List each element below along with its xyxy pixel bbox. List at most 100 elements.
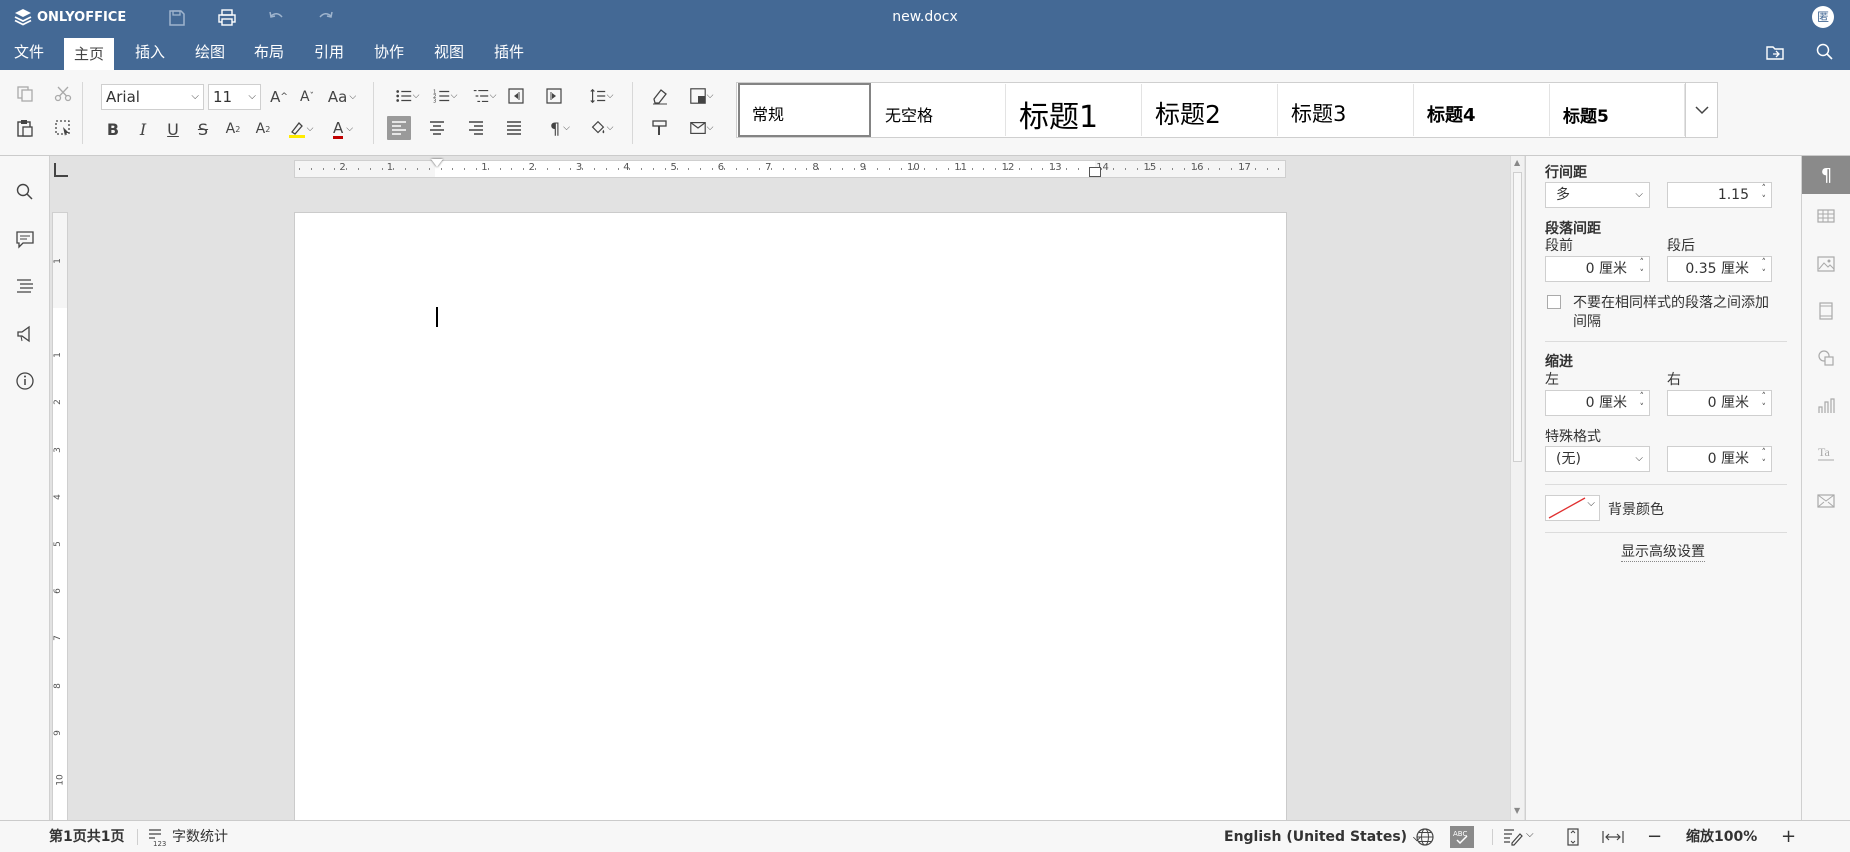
horizontal-ruler[interactable]: 211234567891011121314151617 xyxy=(294,159,1286,178)
scroll-down-icon[interactable]: ▼ xyxy=(1514,806,1520,815)
line-spacing-value-input[interactable]: 1.15 ˄ ˅ xyxy=(1667,182,1772,208)
spacing-before-input[interactable]: 0 厘米 ˄ ˅ xyxy=(1545,256,1650,282)
select-all-icon[interactable] xyxy=(51,116,75,140)
zoom-level[interactable]: 缩放100% xyxy=(1686,821,1757,852)
spin-arrows-icon[interactable]: ˄ ˅ xyxy=(1640,258,1645,280)
tab-home[interactable]: 主页 xyxy=(64,38,115,70)
numbering-icon[interactable]: 1 2 3 ⌵ xyxy=(428,84,462,108)
background-color-picker[interactable]: ⌵ xyxy=(1545,495,1600,521)
spin-arrows-icon[interactable]: ˄ ˅ xyxy=(1640,392,1645,414)
scroll-thumb[interactable] xyxy=(1513,172,1522,462)
paragraph-settings-icon[interactable]: ¶ xyxy=(1802,156,1850,194)
paste-icon[interactable] xyxy=(13,116,37,140)
bold-icon[interactable]: B xyxy=(101,117,125,141)
tab-references[interactable]: 引用 xyxy=(304,35,354,70)
increase-font-icon[interactable]: A ^ xyxy=(267,85,291,109)
tab-insert[interactable]: 插入 xyxy=(125,35,175,70)
align-right-icon[interactable] xyxy=(464,116,488,140)
user-avatar[interactable]: 匿 xyxy=(1812,6,1834,28)
header-footer-settings-icon[interactable] xyxy=(1814,299,1838,323)
multilevel-list-icon[interactable]: ⌵ xyxy=(467,84,501,108)
special-format-select[interactable]: (无) ⌵ xyxy=(1545,446,1650,472)
scroll-up-icon[interactable]: ▲ xyxy=(1514,158,1520,167)
search-icon[interactable] xyxy=(13,180,37,204)
style-normal[interactable]: 常规 xyxy=(738,83,871,137)
align-left-icon[interactable] xyxy=(387,116,411,140)
color-scheme-icon[interactable]: ⌵ xyxy=(683,84,719,108)
style-heading-2[interactable]: 标题2 xyxy=(1143,84,1278,136)
spacing-after-input[interactable]: 0.35 厘米 ˄ ˅ xyxy=(1667,256,1772,282)
strikethrough-icon[interactable]: S xyxy=(191,117,215,141)
tab-layout[interactable]: 布局 xyxy=(244,35,294,70)
tab-file[interactable]: 文件 xyxy=(4,35,54,70)
style-heading-1[interactable]: 标题1 xyxy=(1007,84,1142,136)
italic-icon[interactable]: I xyxy=(131,117,155,141)
word-count-icon[interactable]: 123 xyxy=(147,827,167,848)
document-page[interactable] xyxy=(294,212,1287,822)
mail-merge-icon[interactable]: ⌵ xyxy=(683,116,719,140)
line-spacing-icon[interactable]: ⌵ xyxy=(583,84,619,108)
vertical-ruler[interactable]: 1 1 2 3 4 5 6 7 8 9 10 xyxy=(52,212,68,828)
search-icon[interactable] xyxy=(1815,42,1835,62)
save-icon[interactable] xyxy=(167,8,187,28)
superscript-icon[interactable]: A2 xyxy=(221,117,245,141)
feedback-icon[interactable] xyxy=(13,322,37,346)
language-select[interactable]: English (United States) ⌵ xyxy=(1224,821,1421,852)
change-case-icon[interactable]: Aa ⌵ xyxy=(325,85,359,109)
first-line-indent-marker[interactable] xyxy=(431,159,443,167)
table-settings-icon[interactable] xyxy=(1814,204,1838,228)
navigation-icon[interactable] xyxy=(13,274,37,298)
advanced-settings-link[interactable]: 显示高级设置 xyxy=(1621,541,1705,562)
clear-style-icon[interactable] xyxy=(648,84,672,108)
line-spacing-mode-select[interactable]: 多 ⌵ xyxy=(1545,182,1650,208)
print-icon[interactable] xyxy=(217,8,237,28)
fit-page-icon[interactable] xyxy=(1563,827,1583,847)
decrease-font-icon[interactable]: Aˇ xyxy=(295,85,319,109)
redo-icon[interactable] xyxy=(316,8,336,28)
tab-plugins[interactable]: 插件 xyxy=(484,35,534,70)
spell-check-icon[interactable]: ABC xyxy=(1450,826,1474,848)
spin-arrows-icon[interactable]: ˄ ˅ xyxy=(1762,258,1767,280)
font-name-select[interactable]: Arial ⌵ xyxy=(101,84,204,110)
subscript-icon[interactable]: A2 xyxy=(251,117,275,141)
font-size-select[interactable]: 11 ⌵ xyxy=(208,84,261,110)
mail-merge-settings-icon[interactable] xyxy=(1814,489,1838,513)
no-space-same-style-checkbox[interactable] xyxy=(1547,295,1561,309)
tab-view[interactable]: 视图 xyxy=(424,35,474,70)
justify-icon[interactable] xyxy=(502,116,526,140)
tab-selector-icon[interactable] xyxy=(54,163,68,177)
page-info[interactable]: 第1页共1页 xyxy=(49,821,124,852)
style-heading-3[interactable]: 标题3 xyxy=(1279,84,1414,136)
vertical-scrollbar[interactable]: ▲ ▼ xyxy=(1510,156,1524,820)
document-language-icon[interactable] xyxy=(1415,827,1435,847)
tab-draw[interactable]: 绘图 xyxy=(185,35,235,70)
tab-collaboration[interactable]: 协作 xyxy=(364,35,414,70)
right-indent-marker[interactable] xyxy=(1089,167,1101,177)
styles-expand-button[interactable] xyxy=(1685,83,1717,137)
style-no-spacing[interactable]: 无空格 xyxy=(873,84,1006,136)
nonprinting-characters-icon[interactable]: ¶ ⌵ xyxy=(543,116,577,140)
indent-left-input[interactable]: 0 厘米 ˄ ˅ xyxy=(1545,390,1650,416)
open-location-icon[interactable] xyxy=(1765,42,1785,62)
highlight-color-icon[interactable]: ⌵ xyxy=(282,117,318,141)
about-icon[interactable] xyxy=(13,369,37,393)
spin-arrows-icon[interactable]: ˄ ˅ xyxy=(1762,184,1767,206)
copy-icon[interactable] xyxy=(13,82,37,106)
zoom-out-button[interactable]: − xyxy=(1647,821,1662,852)
underline-icon[interactable]: U xyxy=(161,117,185,141)
fit-width-icon[interactable] xyxy=(1601,827,1625,847)
special-format-amount-input[interactable]: 0 厘米 ˄ ˅ xyxy=(1667,446,1772,472)
style-heading-4[interactable]: 标题4 xyxy=(1415,84,1550,136)
font-color-icon[interactable]: A ⌵ xyxy=(325,117,361,141)
bullets-icon[interactable]: ⌵ xyxy=(390,84,424,108)
spin-arrows-icon[interactable]: ˄ ˅ xyxy=(1762,448,1767,470)
undo-icon[interactable] xyxy=(266,8,286,28)
chart-settings-icon[interactable] xyxy=(1814,394,1838,418)
cut-icon[interactable] xyxy=(51,82,75,106)
shading-icon[interactable]: ⌵ xyxy=(584,116,618,140)
track-changes-icon[interactable]: ⌵ xyxy=(1502,827,1538,847)
comments-icon[interactable] xyxy=(13,227,37,251)
copy-style-icon[interactable] xyxy=(648,116,672,140)
spin-arrows-icon[interactable]: ˄ ˅ xyxy=(1762,392,1767,414)
shape-settings-icon[interactable] xyxy=(1814,346,1838,370)
